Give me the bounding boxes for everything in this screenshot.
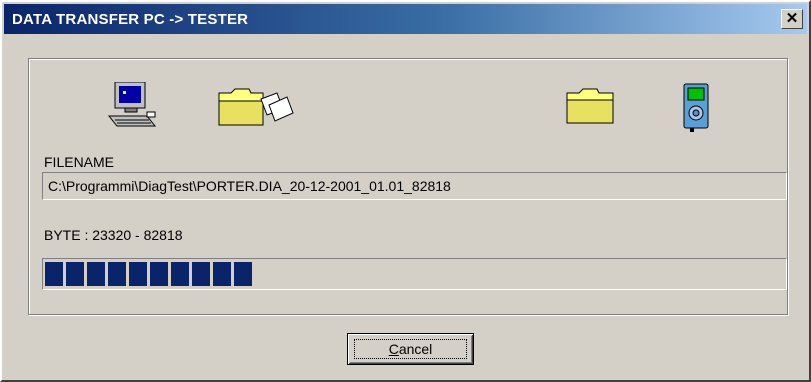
filename-field: C:\Programmi\DiagTest\PORTER.DIA_20-12-2…: [42, 172, 787, 200]
progress-segment: [171, 262, 189, 286]
progress-fill: [45, 262, 784, 286]
title-bar[interactable]: DATA TRANSFER PC -> TESTER ✕: [4, 4, 807, 34]
window-title: DATA TRANSFER PC -> TESTER: [12, 11, 249, 28]
filename-label: FILENAME: [44, 154, 115, 170]
close-icon: ✕: [785, 10, 799, 27]
folder-icon: [566, 88, 614, 124]
progress-segment: [45, 262, 63, 286]
cancel-button[interactable]: Cancel: [347, 333, 474, 365]
computer-icon: [107, 82, 157, 127]
progress-segment: [234, 262, 252, 286]
folder-sending-icon: [218, 88, 294, 126]
byte-counter-label: BYTE : 23320 - 82818: [44, 227, 183, 243]
progress-segment: [192, 262, 210, 286]
progress-segment: [213, 262, 231, 286]
progress-segment: [66, 262, 84, 286]
progress-segment: [150, 262, 168, 286]
focus-rectangle: [354, 339, 467, 359]
transfer-dialog: DATA TRANSFER PC -> TESTER ✕ FILENAME C:…: [0, 0, 811, 382]
progress-segment: [108, 262, 126, 286]
progress-bar: [42, 258, 787, 290]
tester-device-icon: [683, 83, 709, 132]
progress-segment: [129, 262, 147, 286]
progress-segment: [87, 262, 105, 286]
close-button[interactable]: ✕: [781, 9, 803, 29]
